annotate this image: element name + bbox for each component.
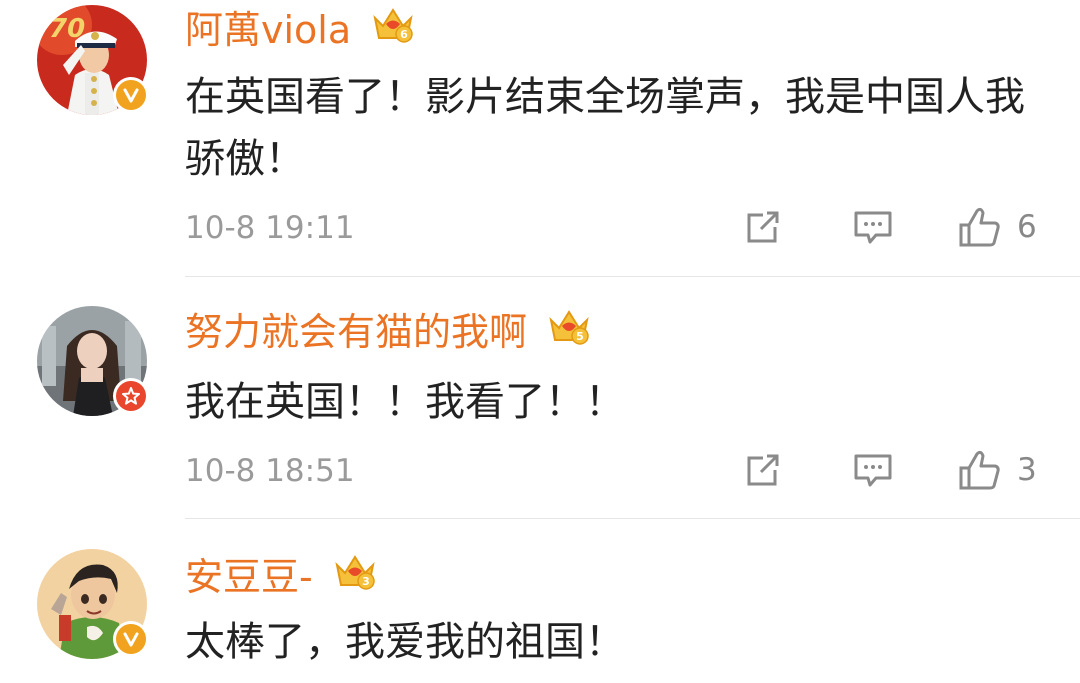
crown-level-icon: 5 [547,306,591,355]
timestamp: 10-8 18:51 [185,453,355,489]
verified-v-icon [116,80,146,110]
vip-badge [113,378,149,414]
comment-icon [854,454,892,487]
level-number: 3 [362,575,370,588]
comment-item: 努力就会有猫的我啊 5 我在英国！！我看了！！ 10-8 18:51 3 [0,278,1080,519]
timestamp: 10-8 19:11 [185,210,355,246]
avatar[interactable] [37,549,149,659]
like-count: 6 [1017,209,1037,245]
crown-level-icon: 6 [371,4,415,53]
verified-v-icon [116,624,146,654]
thumbs-up-icon [959,207,1000,247]
repost-button[interactable] [743,450,783,490]
like-button[interactable]: 6 [957,205,1037,249]
divider [185,276,1080,277]
thumbs-up-icon [959,450,1000,490]
comment-button[interactable] [852,450,894,490]
comment-icon [854,211,892,244]
avatar[interactable] [37,306,149,416]
username[interactable]: 努力就会有猫的我啊 5 [185,310,591,359]
crown-level-icon: 3 [333,551,377,600]
comment-text: 我在英国！！我看了！！ [185,379,625,425]
username-text[interactable]: 安豆豆- [185,555,313,599]
avatar[interactable]: 70 [37,5,149,115]
like-count: 3 [1017,452,1037,488]
verified-badge [113,77,149,113]
repost-button[interactable] [743,207,783,247]
username-text[interactable]: 努力就会有猫的我啊 [185,310,527,354]
comment-item: 安豆豆- 3 太棒了，我爱我的祖国！ [0,519,1080,683]
comment-text: 在英国看了！影片结束全场掌声，我是中国人我骄傲！ [185,74,1025,182]
comment-text: 太棒了，我爱我的祖国！ [185,619,625,665]
verified-badge [113,621,149,657]
level-number: 5 [576,330,584,343]
username[interactable]: 阿萬viola 6 [185,8,415,57]
star-icon [116,381,146,411]
level-number: 6 [400,28,408,41]
like-button[interactable]: 3 [957,448,1037,492]
comment-item: 70 阿萬viola 6 在英国看了！影片结束全场掌声，我是中国人我骄傲！ 10… [0,0,1080,278]
username[interactable]: 安豆豆- 3 [185,555,377,604]
username-text[interactable]: 阿萬viola [185,8,351,52]
share-icon [747,211,779,243]
share-icon [747,454,779,486]
comment-button[interactable] [852,207,894,247]
